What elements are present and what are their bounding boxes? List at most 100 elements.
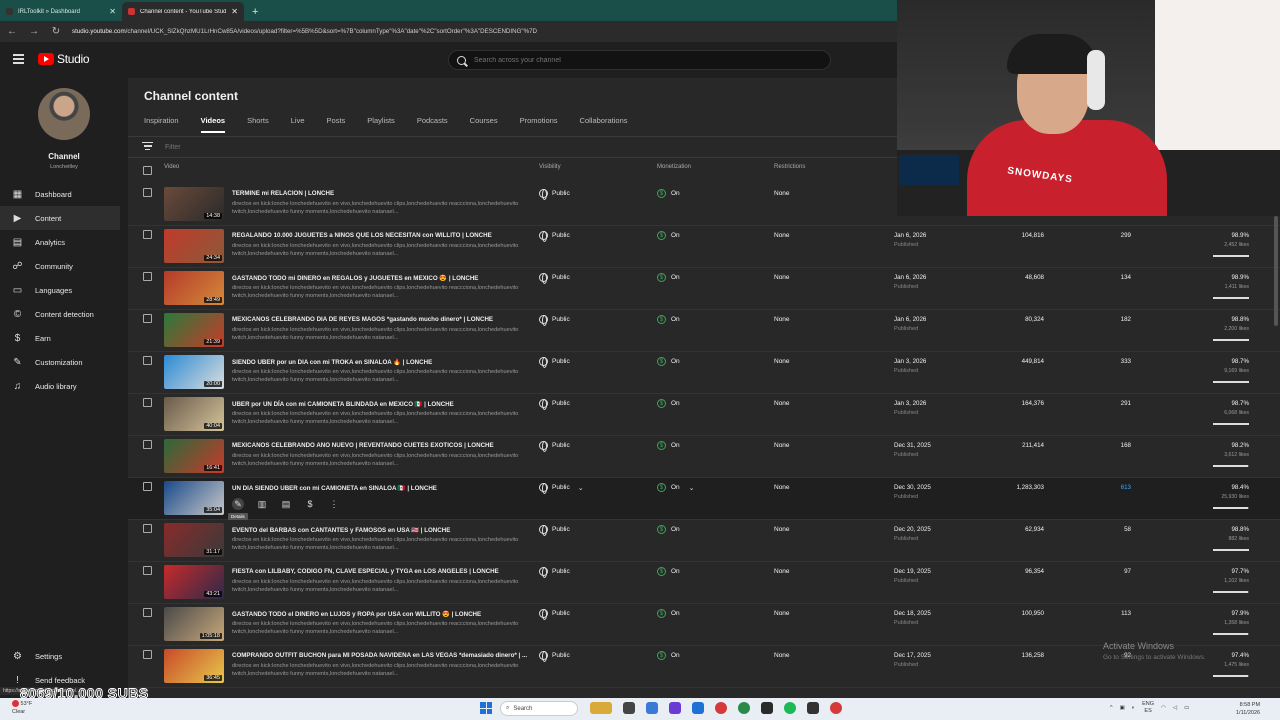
more-options-icon[interactable]: ⋮: [328, 498, 340, 510]
channel-avatar[interactable]: [38, 88, 90, 140]
tab-playlists[interactable]: Playlists: [367, 116, 395, 133]
video-thumbnail[interactable]: 20:00: [164, 355, 224, 389]
video-title[interactable]: GASTANDO TODO mi DINERO en REGALOS y JUG…: [232, 274, 532, 282]
row-checkbox[interactable]: [143, 440, 152, 449]
row-checkbox[interactable]: [143, 398, 152, 407]
video-thumbnail[interactable]: 24:34: [164, 229, 224, 263]
browser-tab-studio[interactable]: Channel content - YouTube Studio ✕: [122, 2, 244, 21]
browser-tab-irltoolkit[interactable]: IRLToolkit » Dashboard ✕: [0, 2, 122, 21]
clock[interactable]: 8:58 PM 1/11/2026: [1236, 701, 1260, 717]
row-checkbox[interactable]: [143, 524, 152, 533]
sidebar-item-analytics[interactable]: ▤ Analytics: [0, 230, 128, 254]
table-row[interactable]: 21:39 MEXICANOS CELEBRANDO DIA DE REYES M…: [128, 310, 1280, 352]
row-checkbox[interactable]: [143, 272, 152, 281]
table-row[interactable]: 20:00 SIENDO UBER por un DIA con mi TROKA…: [128, 352, 1280, 394]
video-title[interactable]: SIENDO UBER por un DIA con mi TROKA en S…: [232, 358, 532, 366]
app-icon[interactable]: [761, 702, 773, 714]
monetization-cell[interactable]: $ On: [657, 399, 680, 408]
video-thumbnail[interactable]: 21:39: [164, 313, 224, 347]
monetization-cell[interactable]: $ On: [657, 231, 680, 240]
row-checkbox[interactable]: [143, 188, 152, 197]
sidebar-item-community[interactable]: ☍ Community: [0, 254, 128, 278]
forward-arrow-icon[interactable]: →: [28, 26, 40, 37]
visibility-cell[interactable]: Public: [539, 567, 570, 578]
chrome-icon[interactable]: [830, 702, 842, 714]
sidebar-item-earn[interactable]: $ Earn: [0, 326, 128, 350]
taskbar-search[interactable]: ⌕ Search: [500, 701, 578, 716]
language-indicator[interactable]: ENG ES: [1142, 701, 1154, 715]
video-thumbnail[interactable]: 36:45: [164, 649, 224, 683]
monetization-cell[interactable]: $ On: [657, 651, 680, 660]
tab-shorts[interactable]: Shorts: [247, 116, 269, 133]
row-checkbox[interactable]: [143, 356, 152, 365]
sidebar-item-content-detection[interactable]: © Content detection: [0, 302, 128, 326]
row-checkbox[interactable]: [143, 230, 152, 239]
table-row[interactable]: 40:04 UBER por UN DÍA con mi CAMIONETA BL…: [128, 394, 1280, 436]
chevron-down-icon[interactable]: ⌄: [689, 484, 695, 492]
video-thumbnail[interactable]: 28:49: [164, 271, 224, 305]
url-field[interactable]: studio.youtube.com/channel/UCK_SlZkQhzMU…: [72, 28, 892, 35]
sidebar-item-content[interactable]: ▶ Content: [0, 206, 120, 230]
video-title[interactable]: COMPRANDO OUTFIT BUCHÓN para MI POSADA N…: [232, 652, 532, 659]
video-thumbnail[interactable]: 40:04: [164, 397, 224, 431]
app-icon[interactable]: [692, 702, 704, 714]
tab-podcasts[interactable]: Podcasts: [417, 116, 448, 133]
table-row[interactable]: 28:49 GASTANDO TODO mi DINERO en REGALOS …: [128, 268, 1280, 310]
sidebar-item-languages[interactable]: ▭ Languages: [0, 278, 128, 302]
table-row[interactable]: 16:41 MEXICANOS CELEBRANDO AÑO NUEVO | RE…: [128, 436, 1280, 478]
sidebar-item-customization[interactable]: ✎ Customization: [0, 350, 128, 374]
visibility-cell[interactable]: Public: [539, 609, 570, 620]
video-title[interactable]: UBER por UN DÍA con mi CAMIONETA BLINDAD…: [232, 400, 532, 408]
select-all-checkbox[interactable]: [143, 166, 152, 175]
chevron-down-icon[interactable]: ⌄: [578, 484, 584, 492]
close-tab-icon[interactable]: ✕: [109, 7, 116, 16]
search-bar[interactable]: [448, 50, 831, 70]
table-row[interactable]: 24:34 REGALANDO 10.000 JUGUETES a NIÑOS Q…: [128, 226, 1280, 268]
search-input[interactable]: [474, 56, 814, 64]
wifi-icon[interactable]: ◠: [1161, 705, 1166, 711]
tab-promotions[interactable]: Promotions: [520, 116, 558, 133]
monetization-cell[interactable]: $ On: [657, 273, 680, 282]
visibility-cell[interactable]: Public: [539, 231, 570, 242]
video-thumbnail[interactable]: 35:04: [164, 481, 224, 515]
video-title[interactable]: TERMINE mi RELACION | LONCHE: [232, 190, 532, 197]
filter-icon[interactable]: [142, 141, 153, 153]
studio-logo[interactable]: Studio: [38, 52, 90, 66]
visibility-cell[interactable]: Public: [539, 357, 570, 368]
column-monetization[interactable]: Monetization: [657, 164, 691, 178]
visibility-cell[interactable]: Public ⌄: [539, 483, 584, 494]
sidebar-item-settings[interactable]: ⚙ Settings: [0, 644, 128, 668]
filter-input[interactable]: [165, 143, 256, 151]
visibility-cell[interactable]: Public: [539, 525, 570, 536]
row-checkbox[interactable]: [143, 566, 152, 575]
table-row[interactable]: 35:04 UN DIA SIENDO UBER con mi CAMIONETA…: [128, 478, 1280, 520]
tab-courses[interactable]: Courses: [470, 116, 498, 133]
app-icon[interactable]: [646, 702, 658, 714]
table-row[interactable]: 43:21 FIESTA con LILBABY, CODIGO FN, CLAV…: [128, 562, 1280, 604]
app-icon[interactable]: [669, 702, 681, 714]
tab-videos[interactable]: Videos: [200, 116, 226, 133]
row-checkbox[interactable]: [143, 314, 152, 323]
video-title[interactable]: FIESTA con LILBABY, CODIGO FN, CLAVE ESP…: [232, 568, 532, 575]
video-title[interactable]: UN DIA SIENDO UBER con mi CAMIONETA en S…: [232, 484, 532, 492]
tray-icon[interactable]: ▣: [1120, 705, 1125, 711]
menu-icon[interactable]: [13, 54, 24, 66]
video-title[interactable]: REGALANDO 10.000 JUGUETES a NIÑOS QUE LO…: [232, 232, 532, 239]
scrollbar[interactable]: [1274, 216, 1278, 326]
new-tab-icon[interactable]: +: [244, 2, 266, 21]
video-thumbnail[interactable]: 1:05:18: [164, 607, 224, 641]
monetization-cell[interactable]: $ On: [657, 567, 680, 576]
back-arrow-icon[interactable]: ←: [6, 26, 18, 37]
reload-icon[interactable]: ↻: [50, 26, 62, 37]
row-checkbox[interactable]: [143, 482, 152, 491]
monetization-cell[interactable]: $ On: [657, 441, 680, 450]
visibility-cell[interactable]: Public: [539, 273, 570, 284]
video-title[interactable]: MEXICANOS CELEBRANDO DIA DE REYES MAGOS …: [232, 316, 532, 323]
table-row[interactable]: 1:05:18 GASTANDO TODO el DINERO en LUJOS …: [128, 604, 1280, 646]
column-video[interactable]: Video: [164, 164, 179, 178]
visibility-cell[interactable]: Public: [539, 189, 570, 200]
tab-posts[interactable]: Posts: [327, 116, 346, 133]
weather-widget[interactable]: 53°F Clear: [12, 700, 32, 716]
app-icon[interactable]: [623, 702, 635, 714]
visibility-cell[interactable]: Public: [539, 315, 570, 326]
